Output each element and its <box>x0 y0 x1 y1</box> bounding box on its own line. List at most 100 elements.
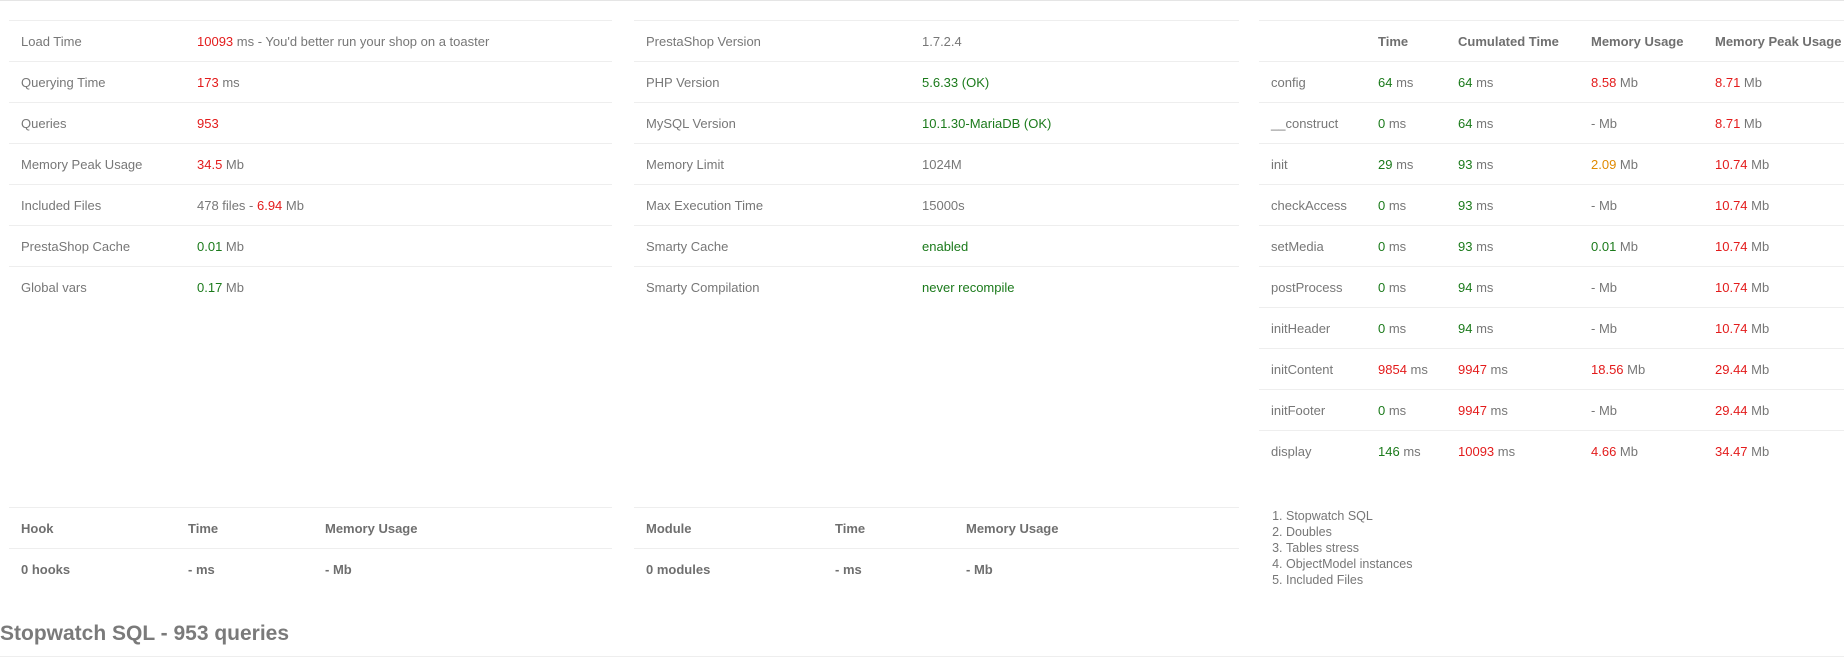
summary-row-querying-time: Querying Time 173 ms <box>9 61 612 103</box>
summary-value-number: 10093 <box>197 33 234 49</box>
step-memory-usage-value: 2.09 <box>1591 156 1617 172</box>
configuration-table: PrestaShop Version 1.7.2.4 PHP Version 5.6.… <box>634 20 1239 307</box>
summary-label: Included Files <box>9 184 197 226</box>
step-time-value: 9854 <box>1378 361 1407 377</box>
step-row-postprocess: postProcess 0 ms 94 ms - Mb 10.74 Mb <box>1259 266 1844 308</box>
section-links-list: Stopwatch SQLDoublesTables stressObjectM… <box>1264 508 1412 588</box>
step-memory-peak-value: 10.74 <box>1715 156 1748 172</box>
step-memory-peak: 29.44 Mb <box>1715 348 1844 390</box>
step-cumulated-time: 64 ms <box>1458 102 1591 144</box>
step-cumulated-time: 94 ms <box>1458 307 1591 349</box>
step-memory-peak-value: 10.74 <box>1715 197 1748 213</box>
step-memory-usage-value: 4.66 <box>1591 443 1617 459</box>
hooks-header-memory: Memory Usage <box>325 507 612 549</box>
summary-value: 0.17 Mb <box>197 266 612 307</box>
step-memory-usage-unit: Mb <box>1595 320 1618 336</box>
config-value: never recompile <box>922 266 1239 307</box>
step-cumulated-time-value: 9947 <box>1458 402 1487 418</box>
hooks-header-time: Time <box>188 507 325 549</box>
summary-row-load-time: Load Time 10093 ms - You'd better run you… <box>9 20 612 62</box>
steps-header-step <box>1259 20 1378 62</box>
summary-label: Global vars <box>9 266 197 307</box>
steps-header-cumulated-time: Cumulated Time <box>1458 20 1591 62</box>
step-memory-usage-unit: Mb <box>1595 402 1618 418</box>
config-row-max-execution-time: Max Execution Time 15000s <box>634 184 1239 226</box>
step-name: checkAccess <box>1259 184 1378 226</box>
step-time-unit: ms <box>1392 74 1414 90</box>
step-memory-peak-unit: Mb <box>1740 115 1762 131</box>
step-cumulated-time-unit: ms <box>1472 238 1494 254</box>
step-cumulated-time-unit: ms <box>1472 320 1494 336</box>
modules-header-module: Module <box>634 507 835 549</box>
config-row-php-version: PHP Version 5.6.33 (OK) <box>634 61 1239 103</box>
summary-value-number: 6.94 <box>256 197 283 213</box>
step-memory-usage-unit: Mb <box>1595 115 1618 131</box>
config-value: enabled <box>922 225 1239 267</box>
step-cumulated-time: 93 ms <box>1458 225 1591 267</box>
step-cumulated-time-value: 93 <box>1458 156 1473 172</box>
steps-header-memory-usage: Memory Usage <box>1591 20 1715 62</box>
summary-value-unit: Mb <box>222 238 244 254</box>
summary-value: 0.01 Mb <box>197 225 612 267</box>
step-memory-usage: 4.66 Mb <box>1591 430 1715 471</box>
step-memory-peak-value: 29.44 <box>1715 361 1748 377</box>
section-link-stopwatch-sql[interactable]: Stopwatch SQL <box>1286 508 1412 524</box>
summary-value-unit: Mb <box>282 197 304 213</box>
config-label: Max Execution Time <box>634 184 922 226</box>
modules-table: Module Time Memory Usage 0 modules - ms … <box>634 507 1239 589</box>
summary-label: Queries <box>9 102 197 144</box>
step-memory-usage-unit: Mb <box>1616 443 1638 459</box>
step-cumulated-time: 94 ms <box>1458 266 1591 308</box>
step-memory-usage: - Mb <box>1591 102 1715 144</box>
section-link-objectmodel-instances[interactable]: ObjectModel instances <box>1286 556 1412 572</box>
modules-header-memory: Memory Usage <box>966 507 1239 549</box>
summary-value-unit: Mb <box>222 156 244 172</box>
step-name: __construct <box>1259 102 1378 144</box>
step-memory-usage: 2.09 Mb <box>1591 143 1715 185</box>
step-row-checkaccess: checkAccess 0 ms 93 ms - Mb 10.74 Mb <box>1259 184 1844 226</box>
summary-value-number: 34.5 <box>197 156 223 172</box>
summary-label: PrestaShop Cache <box>9 225 197 267</box>
step-memory-usage-unit: Mb <box>1616 156 1638 172</box>
step-row-display: display 146 ms 10093 ms 4.66 Mb 34.47 Mb <box>1259 430 1844 471</box>
step-time-unit: ms <box>1385 197 1407 213</box>
summary-row-memory-peak-usage: Memory Peak Usage 34.5 Mb <box>9 143 612 185</box>
step-memory-usage-unit: Mb <box>1595 279 1618 295</box>
step-time: 0 ms <box>1378 307 1458 349</box>
step-time: 0 ms <box>1378 102 1458 144</box>
summary-row-prestashop-cache: PrestaShop Cache 0.01 Mb <box>9 225 612 267</box>
step-memory-usage: - Mb <box>1591 307 1715 349</box>
step-row-initfooter: initFooter 0 ms 9947 ms - Mb 29.44 Mb <box>1259 389 1844 431</box>
config-label: PHP Version <box>634 61 922 103</box>
step-cumulated-time-unit: ms <box>1486 361 1508 377</box>
config-value: 15000s <box>922 184 1239 226</box>
config-row-mysql-version: MySQL Version 10.1.30-MariaDB (OK) <box>634 102 1239 144</box>
section-link-tables-stress[interactable]: Tables stress <box>1286 540 1412 556</box>
steps-header-time: Time <box>1378 20 1458 62</box>
summary-value: 173 ms <box>197 61 612 103</box>
step-cumulated-time-unit: ms <box>1494 443 1516 459</box>
step-time: 0 ms <box>1378 225 1458 267</box>
config-value: 5.6.33 (OK) <box>922 61 1239 103</box>
section-link-included-files[interactable]: Included Files <box>1286 572 1412 588</box>
step-memory-peak-unit: Mb <box>1747 156 1770 172</box>
step-memory-peak-unit: Mb <box>1747 238 1770 254</box>
section-link-doubles[interactable]: Doubles <box>1286 524 1412 540</box>
step-cumulated-time-unit: ms <box>1472 74 1494 90</box>
step-row-construct: __construct 0 ms 64 ms - Mb 8.71 Mb <box>1259 102 1844 144</box>
step-cumulated-time-value: 93 <box>1458 197 1473 213</box>
step-memory-peak-unit: Mb <box>1747 402 1770 418</box>
step-row-config: config 64 ms 64 ms 8.58 Mb 8.71 Mb <box>1259 61 1844 103</box>
step-time: 0 ms <box>1378 184 1458 226</box>
config-row-prestashop-version: PrestaShop Version 1.7.2.4 <box>634 20 1239 62</box>
step-memory-peak-value: 8.71 <box>1715 115 1741 131</box>
step-time-unit: ms <box>1385 320 1407 336</box>
step-time-unit: ms <box>1385 279 1407 295</box>
step-time: 9854 ms <box>1378 348 1458 390</box>
step-memory-usage-value: 0.01 <box>1591 238 1617 254</box>
step-memory-usage-value: 8.58 <box>1591 74 1617 90</box>
step-time-unit: ms <box>1392 156 1414 172</box>
modules-count: 0 modules <box>634 548 835 589</box>
step-memory-peak-value: 10.74 <box>1715 279 1748 295</box>
step-time-unit: ms <box>1406 361 1428 377</box>
